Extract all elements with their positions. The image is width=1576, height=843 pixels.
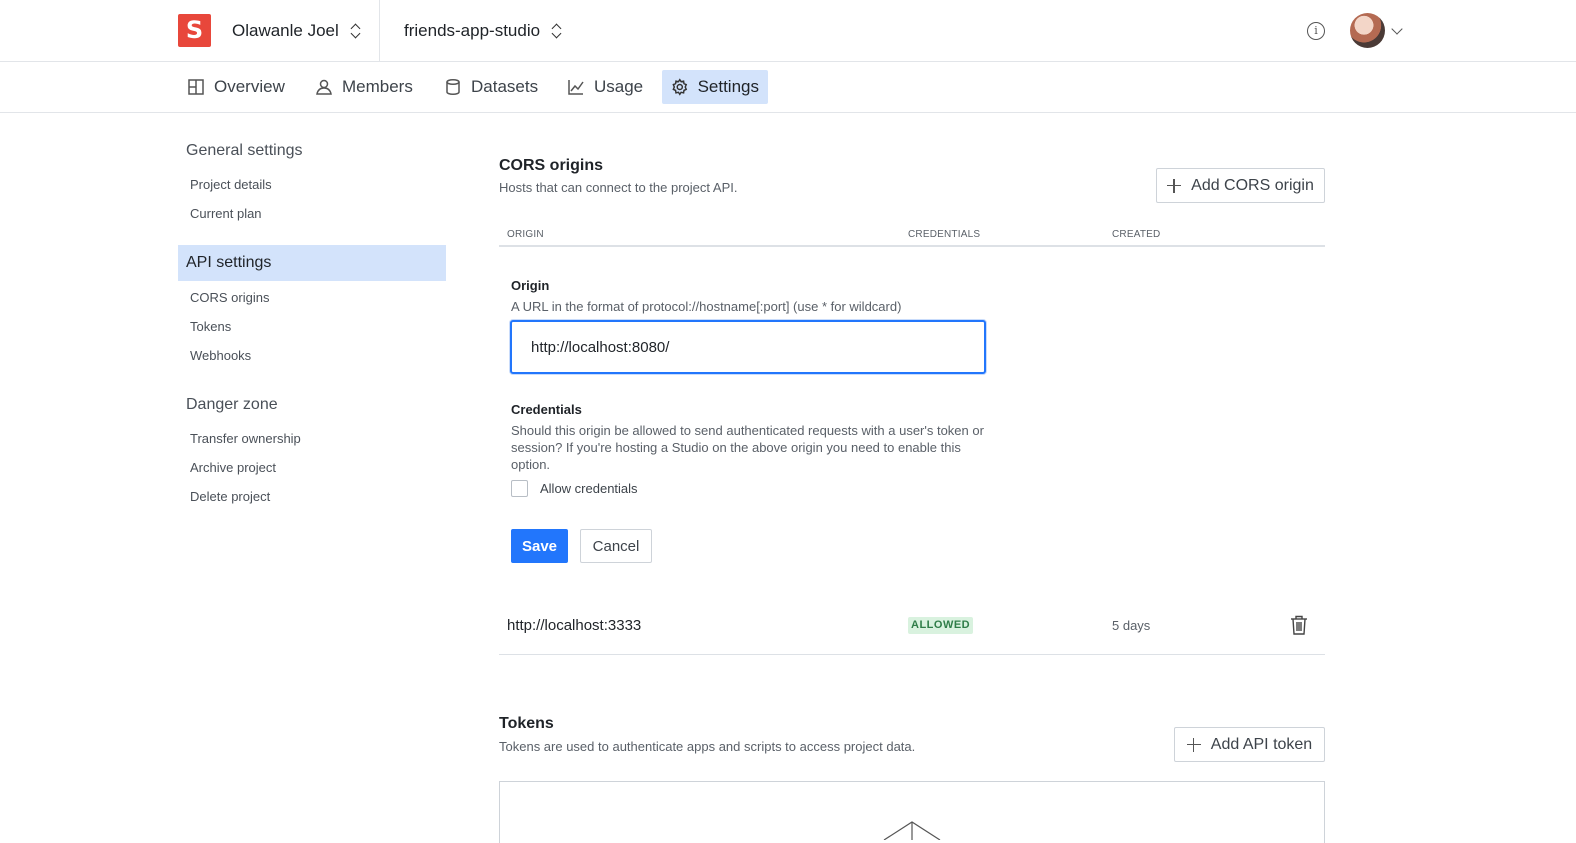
cancel-button[interactable]: Cancel [580, 529, 652, 563]
cors-description: Hosts that can connect to the project AP… [499, 180, 738, 195]
sidebar-heading-api[interactable]: API settings [178, 245, 446, 281]
top-bar: S Olawanle Joel friends-app-studio i [0, 0, 1576, 62]
sidebar-item-tokens[interactable]: Tokens [190, 319, 231, 334]
origin-input[interactable] [510, 320, 986, 374]
sidebar-item-current-plan[interactable]: Current plan [190, 206, 262, 221]
datasets-icon [446, 78, 460, 96]
credentials-help: Should this origin be allowed to send au… [511, 423, 984, 472]
button-label: Add API token [1210, 735, 1313, 753]
tab-label: Overview [214, 77, 285, 96]
plus-icon [1167, 178, 1182, 193]
gear-icon [672, 78, 688, 96]
column-header-origin: ORIGIN [507, 229, 544, 240]
tab-datasets[interactable]: Datasets [435, 70, 547, 104]
add-cors-origin-button[interactable]: Add CORS origin [1156, 168, 1325, 203]
chevron-updown-icon [552, 22, 562, 40]
org-switcher[interactable]: Olawanle Joel [232, 20, 361, 42]
button-label: Add CORS origin [1191, 176, 1314, 194]
info-icon[interactable]: i [1307, 22, 1325, 40]
members-icon [316, 79, 332, 95]
plus-icon [1186, 737, 1201, 752]
add-api-token-button[interactable]: Add API token [1174, 727, 1325, 762]
column-header-credentials: CREDENTIALS [908, 229, 981, 240]
org-name: Olawanle Joel [232, 21, 339, 40]
cors-row-origin: http://localhost:3333 [507, 617, 642, 634]
tab-label: Usage [594, 77, 644, 96]
tab-usage[interactable]: Usage [558, 70, 652, 104]
cors-title: CORS origins [499, 157, 604, 174]
chevron-down-icon[interactable] [1391, 23, 1403, 35]
tokens-empty-state [499, 781, 1325, 843]
header-divider [379, 0, 380, 62]
overview-icon [188, 79, 204, 95]
origin-label: Origin [511, 278, 550, 293]
table-row-divider [499, 654, 1325, 655]
project-switcher[interactable]: friends-app-studio [404, 20, 562, 42]
usage-icon [568, 80, 584, 95]
origin-help: A URL in the format of protocol://hostna… [511, 299, 902, 314]
tab-label: Members [342, 77, 413, 96]
sidebar-item-transfer-ownership[interactable]: Transfer ownership [190, 431, 301, 446]
tab-label: Settings [697, 77, 759, 96]
tab-overview[interactable]: Overview [178, 70, 294, 104]
save-button[interactable]: Save [511, 529, 568, 563]
trash-icon[interactable] [1290, 615, 1308, 635]
sidebar-item-webhooks[interactable]: Webhooks [190, 348, 251, 363]
column-header-created: CREATED [1112, 229, 1161, 240]
tab-members[interactable]: Members [306, 70, 422, 104]
tab-label: Datasets [471, 77, 539, 96]
project-nav: Overview Members Datasets Usage Settings [0, 63, 1576, 113]
sidebar-heading-general[interactable]: General settings [186, 142, 303, 160]
chevron-updown-icon [351, 22, 361, 40]
table-header-divider [499, 245, 1325, 247]
allow-credentials-label[interactable]: Allow credentials [540, 481, 638, 496]
sidebar-item-cors-origins[interactable]: CORS origins [190, 290, 269, 305]
sanity-logo[interactable]: S [178, 14, 211, 47]
sidebar-item-archive-project[interactable]: Archive project [190, 460, 276, 475]
avatar[interactable] [1350, 13, 1385, 48]
sidebar-item-delete-project[interactable]: Delete project [190, 489, 270, 504]
tokens-description: Tokens are used to authenticate apps and… [499, 739, 916, 754]
empty-state-illustration-icon [883, 821, 941, 840]
project-name: friends-app-studio [404, 21, 541, 40]
sidebar-heading-danger[interactable]: Danger zone [186, 396, 278, 414]
tab-settings[interactable]: Settings [662, 70, 768, 104]
status-badge: ALLOWED [908, 617, 974, 634]
tokens-title: Tokens [499, 715, 554, 732]
sidebar-item-project-details[interactable]: Project details [190, 177, 272, 192]
cors-row-created: 5 days [1112, 618, 1151, 633]
credentials-label: Credentials [511, 402, 582, 417]
allow-credentials-checkbox[interactable] [511, 480, 528, 497]
